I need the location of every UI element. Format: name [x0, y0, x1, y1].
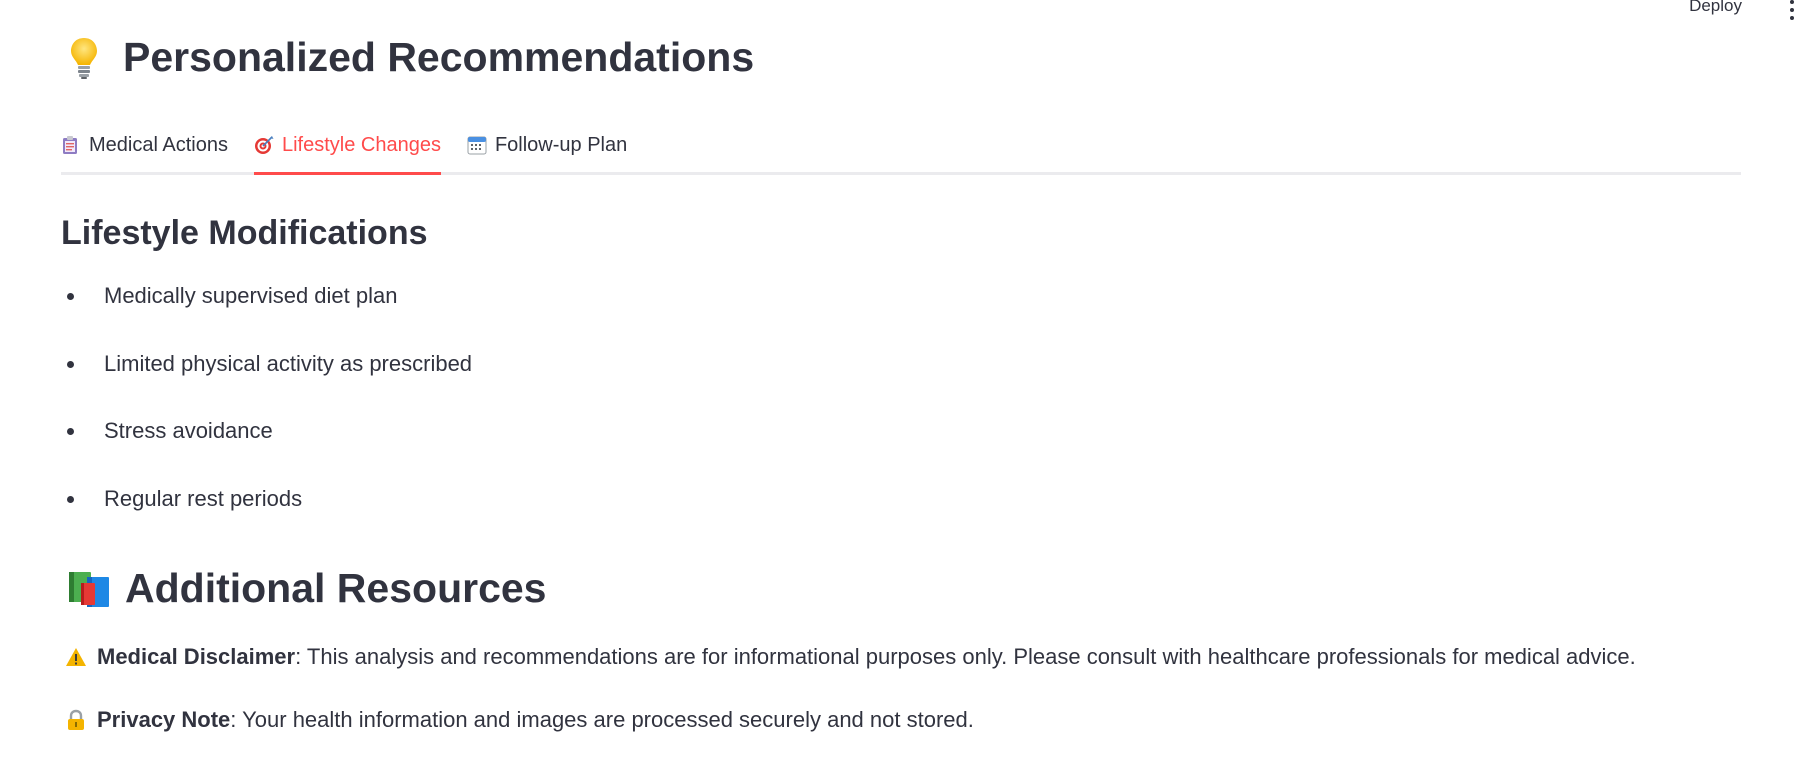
resources-title-text: Additional Resources: [125, 565, 547, 611]
calendar-icon: [467, 135, 487, 155]
tab-bar: Medical Actions Lifestyle Changes Follow…: [61, 118, 1741, 175]
bullet-icon: [67, 428, 74, 435]
privacy-note: Privacy Note: Your health information an…: [65, 707, 974, 733]
tab-label: Lifestyle Changes: [281, 133, 441, 156]
disclaimer-label: Medical Disclaimer: [97, 644, 296, 669]
page-title-text: Personalized Recommendations: [123, 34, 755, 80]
warning-icon: [65, 646, 87, 668]
bullet-icon: [67, 293, 74, 300]
disclaimer-text: : This analysis and recommendations are …: [295, 644, 1636, 669]
target-icon: [254, 135, 274, 155]
list-item: Regular rest periods: [61, 485, 472, 556]
list-item: Stress avoidance: [61, 420, 472, 488]
tab-label: Medical Actions: [89, 133, 228, 156]
lifestyle-list: Medically supervised diet plan Limited p…: [61, 285, 472, 555]
light-bulb-icon: [69, 36, 99, 80]
list-item: Limited physical activity as prescribed: [61, 350, 473, 421]
bullet-icon: [67, 360, 74, 368]
clipboard-icon: [61, 135, 79, 155]
resources-heading: Additional Resources: [67, 565, 546, 612]
list-item: Medically supervised diet plan: [61, 285, 472, 353]
lifestyle-heading: Lifestyle Modifications: [61, 214, 428, 252]
privacy-label: Privacy Note: [97, 707, 231, 732]
privacy-text: : Your health information and images are…: [230, 707, 974, 732]
tab-lifestyle-changes[interactable]: Lifestyle Changes: [253, 118, 441, 175]
list-item-text: Stress avoidance: [104, 418, 273, 443]
list-item-text: Medically supervised diet plan: [104, 283, 398, 308]
list-item-text: Regular rest periods: [104, 485, 303, 511]
lock-icon: [65, 709, 87, 731]
tab-label: Follow-up Plan: [494, 133, 628, 156]
kebab-menu-icon[interactable]: [1790, 0, 1796, 20]
books-icon: [67, 569, 111, 609]
medical-disclaimer: Medical Disclaimer: This analysis and re…: [65, 644, 1636, 670]
tab-follow-up-plan[interactable]: Follow-up Plan: [467, 118, 627, 172]
list-item-text: Limited physical activity as prescribed: [104, 350, 473, 376]
top-toolbar: Deploy: [0, 0, 1816, 20]
page-title: Personalized Recommendations: [69, 34, 754, 81]
bullet-icon: [67, 495, 74, 503]
tab-medical-actions[interactable]: Medical Actions: [61, 118, 228, 172]
deploy-button[interactable]: Deploy: [1689, 0, 1742, 18]
